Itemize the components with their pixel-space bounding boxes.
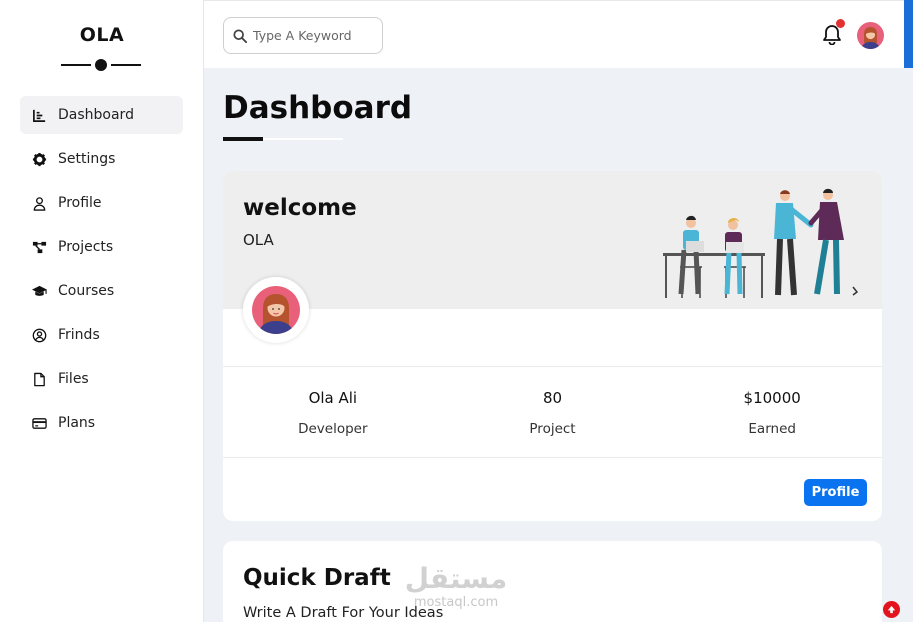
sidebar-item-profile[interactable]: Profile (20, 184, 183, 222)
gear-icon (31, 151, 47, 167)
stat-name: Ola Ali Developer (223, 367, 443, 457)
sidebar-item-files[interactable]: Files (20, 360, 183, 398)
sidebar-item-plans[interactable]: Plans (20, 404, 183, 442)
sidebar-item-label: Files (58, 371, 89, 387)
file-icon (31, 371, 47, 387)
quick-draft-card: Quick Draft Write A Draft For Your Ideas (223, 541, 882, 622)
page-title: Dashboard (223, 90, 413, 126)
stat-label: Developer (298, 421, 368, 437)
sidebar-item-projects[interactable]: Projects (20, 228, 183, 266)
profile-stats: Ola Ali Developer 80 Project $10000 Earn… (223, 366, 882, 458)
sidebar-item-courses[interactable]: Courses (20, 272, 183, 310)
sidebar-item-label: Profile (58, 195, 102, 211)
notification-badge (836, 19, 845, 28)
stat-value: 80 (542, 389, 563, 407)
logo-divider-dot (95, 59, 107, 71)
sidebar: OLA Dashboard Settings Profile Projects … (0, 0, 204, 622)
welcome-name: OLA (243, 231, 274, 249)
watermark-latin: mostaql.com (414, 595, 498, 610)
logo-divider-right (111, 64, 141, 66)
sidebar-item-settings[interactable]: Settings (20, 140, 183, 178)
stat-earned: $10000 Earned (662, 367, 882, 457)
stat-value: $10000 (743, 389, 801, 407)
user-icon (31, 195, 47, 211)
stat-value: Ola Ali (308, 389, 358, 407)
welcome-card: welcome OLA Ola Ali Developer 80 Project… (223, 171, 882, 521)
logo: OLA (79, 24, 125, 46)
sidebar-item-label: Projects (58, 239, 114, 255)
sidebar-item-dashboard[interactable]: Dashboard (20, 96, 183, 134)
arrow-up-icon (887, 605, 896, 614)
sidebar-item-friends[interactable]: Frinds (20, 316, 183, 354)
stat-label: Project (529, 421, 576, 437)
team-illustration (663, 188, 859, 298)
sidebar-nav: Dashboard Settings Profile Projects Cour… (20, 96, 183, 448)
profile-button[interactable]: Profile (804, 479, 867, 506)
welcome-banner: welcome OLA (223, 171, 882, 309)
sidebar-item-label: Courses (58, 283, 115, 299)
user-circle-icon (31, 327, 47, 343)
graduation-cap-icon (31, 283, 47, 299)
search-box[interactable] (223, 17, 383, 54)
search-icon (233, 28, 247, 43)
sidebar-item-label: Dashboard (58, 107, 134, 123)
credit-card-icon (31, 415, 47, 431)
welcome-heading: welcome (243, 195, 357, 221)
watermark-arabic: مستقل (405, 562, 507, 595)
profile-avatar[interactable] (243, 277, 309, 343)
title-underline-light (263, 138, 343, 140)
sidebar-item-label: Plans (58, 415, 96, 431)
diagram-icon (31, 239, 47, 255)
chart-icon (31, 107, 47, 123)
watermark-logo: مستقل mostaql.com (405, 562, 507, 610)
logo-divider-left (61, 64, 91, 66)
sidebar-item-label: Frinds (58, 327, 100, 343)
stat-label: Earned (748, 421, 796, 437)
quick-draft-title: Quick Draft (243, 565, 391, 591)
top-bar (204, 0, 913, 68)
stat-projects: 80 Project (443, 367, 663, 457)
search-input[interactable] (253, 28, 371, 43)
avatar[interactable] (857, 22, 884, 49)
sidebar-item-label: Settings (58, 151, 116, 167)
scrollbar-accent (904, 0, 913, 68)
title-underline (223, 137, 263, 141)
scroll-to-top-button[interactable] (883, 601, 900, 618)
